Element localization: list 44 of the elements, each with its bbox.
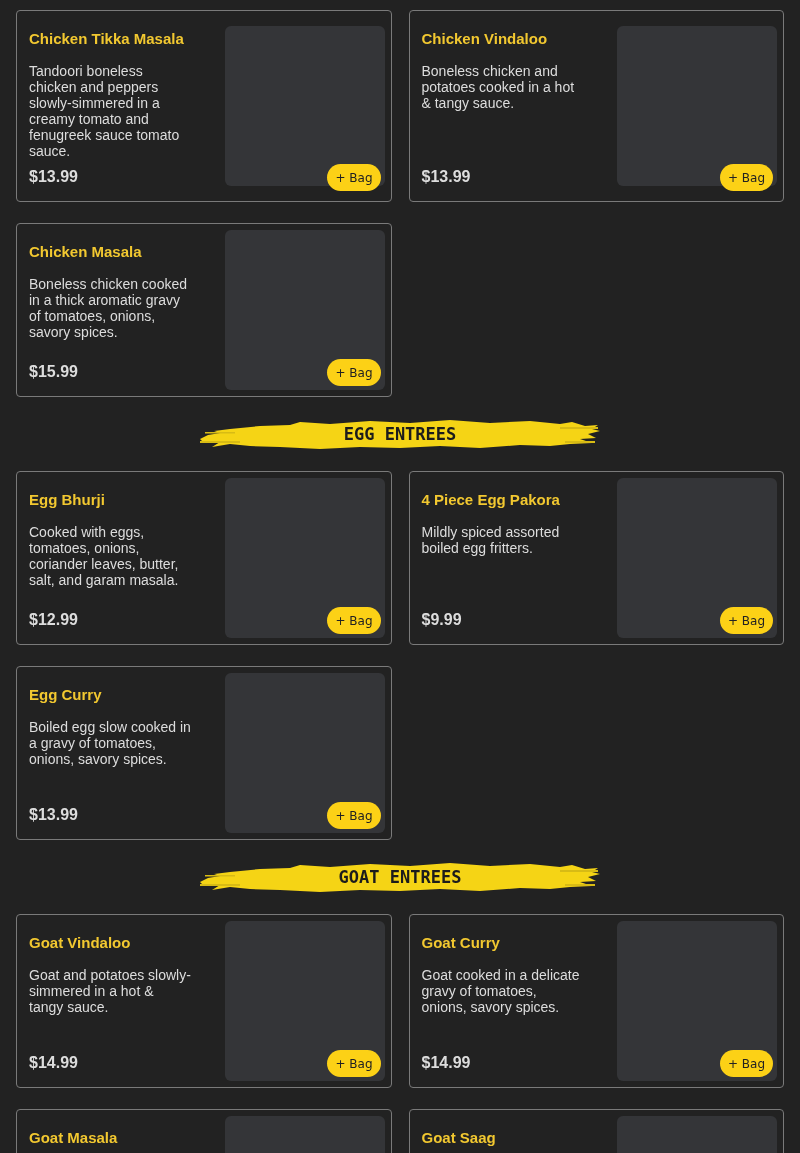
item-description: Boneless chicken and potatoes cooked in a hot & tangy sauce.: [421, 63, 576, 111]
add-to-bag-button[interactable]: + Bag: [327, 802, 381, 829]
item-description: Cooked with eggs, tomatoes, onions, coriander leaves, butter, salt, and garam masala.: [29, 524, 180, 588]
menu-item-card[interactable]: Chicken Masala Boneless chicken cooked in a thick aromatic gravy of tomatoes, onions, savory spices. $15.99 + Bag: [16, 223, 392, 397]
add-to-bag-button[interactable]: + Bag: [327, 1050, 381, 1077]
item-description: Goat cooked in a delicate gravy of tomatoes, onions, savory spices.: [421, 967, 581, 1015]
menu-item-card[interactable]: 4 Piece Egg Pakora Mildly spiced assorted boiled egg fritters. $9.99 + Bag: [408, 471, 784, 645]
item-price: $12.99: [29, 611, 79, 629]
item-price: $14.99: [29, 1054, 79, 1072]
item-description: Tandoori boneless chicken and peppers slowly-simmered in a creamy tomato and fenugreek sauce tomato sauce.: [29, 63, 181, 159]
add-to-bag-button[interactable]: + Bag: [327, 607, 381, 634]
section-heading: EGG ENTREES: [343, 424, 457, 444]
item-name: Goat Masala: [29, 1129, 119, 1146]
item-description: Mildly spiced assorted boiled egg fritters.: [421, 524, 561, 556]
menu-item-card[interactable]: Goat Curry Goat cooked in a delicate gravy of tomatoes, onions, savory spices. $14.99 + Bag: [408, 914, 784, 1088]
item-name: Goat Saag: [421, 1129, 497, 1146]
item-description: Goat and potatoes slowly-simmered in a hot & tangy sauce.: [29, 967, 191, 1015]
item-name: Chicken Vindaloo: [421, 30, 549, 47]
item-price: $14.99: [421, 1054, 472, 1072]
menu-item-card[interactable]: Egg Curry Boiled egg slow cooked in a gravy of tomatoes, onions, savory spices. $13.99 + Bag: [16, 666, 392, 840]
item-name: Chicken Tikka Masala: [29, 30, 185, 47]
menu-item-card[interactable]: Chicken Vindaloo Boneless chicken and potatoes cooked in a hot & tangy sauce. $13.99 + Bag: [408, 10, 784, 202]
item-name: Goat Vindaloo: [29, 934, 132, 951]
item-name: Egg Curry: [29, 686, 103, 703]
item-price: $13.99: [29, 168, 79, 186]
menu-item-card[interactable]: Chicken Tikka Masala Tandoori boneless chicken and peppers slowly-simmered in a creamy tomato and fenugreek sauce tomato sauce. $13.99 + Bag: [16, 10, 392, 202]
add-to-bag-button[interactable]: + Bag: [327, 164, 381, 191]
item-name: Goat Curry: [421, 934, 501, 951]
item-price: $13.99: [29, 806, 79, 824]
item-description: Boiled egg slow cooked in a gravy of tomatoes, onions, savory spices.: [29, 719, 191, 767]
menu-item-card[interactable]: Goat Saag: [408, 1109, 784, 1153]
add-to-bag-button[interactable]: + Bag: [719, 164, 773, 191]
add-to-bag-button[interactable]: + Bag: [327, 359, 381, 386]
item-name: 4 Piece Egg Pakora: [421, 491, 561, 508]
menu-item-card[interactable]: Goat Vindaloo Goat and potatoes slowly-simmered in a hot & tangy sauce. $14.99 + Bag: [16, 914, 392, 1088]
section-heading: GOAT ENTREES: [338, 867, 462, 887]
item-description: Boneless chicken cooked in a thick aromatic gravy of tomatoes, onions, savory spices.: [29, 276, 188, 340]
item-price: $15.99: [29, 363, 79, 381]
item-price: $9.99: [421, 611, 463, 629]
item-name: Egg Bhurji: [29, 491, 106, 508]
menu-item-card[interactable]: Egg Bhurji Cooked with eggs, tomatoes, onions, coriander leaves, butter, salt, and garam masala. $12.99 + Bag: [16, 471, 392, 645]
menu-item-card[interactable]: Goat Masala: [16, 1109, 392, 1153]
item-name: Chicken Masala: [29, 243, 143, 260]
item-price: $13.99: [421, 168, 472, 186]
